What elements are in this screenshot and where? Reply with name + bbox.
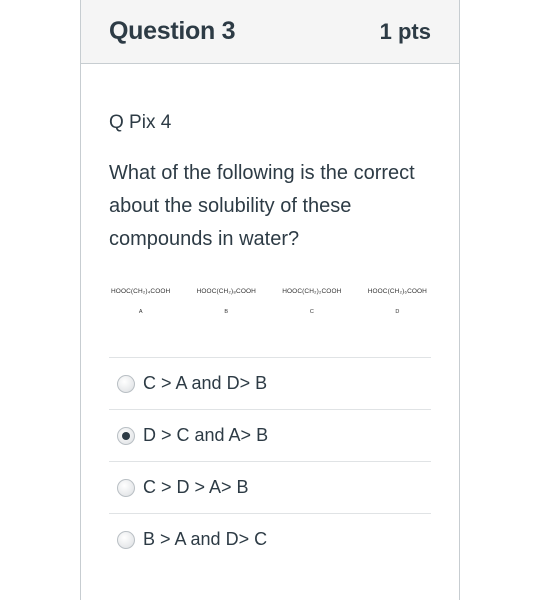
answer-label: B > A and D> C xyxy=(143,529,268,549)
answer-label: C > A and D> B xyxy=(143,373,268,393)
question-body: Q Pix 4 What of the following is the cor… xyxy=(81,109,459,565)
answer-option-4[interactable]: B > A and D> C xyxy=(109,513,431,565)
answer-option-1[interactable]: C > A and D> B xyxy=(109,357,431,409)
radio-button[interactable] xyxy=(117,374,135,393)
compound-d: HOOC(CH₂)₆COOH D xyxy=(368,288,427,315)
radio-button[interactable] xyxy=(117,478,135,497)
compound-formula: HOOC(CH₂)₂COOH xyxy=(282,288,342,295)
compound-formula: HOOC(CH₂)₄COOH xyxy=(111,288,171,295)
answer-label: C > D > A> B xyxy=(143,477,249,497)
compound-formula: HOOC(CH₂)₆COOH xyxy=(367,288,427,295)
answer-list: C > A and D> B D > C and A> B C > D > A>… xyxy=(109,357,431,565)
answer-label: D > C and A> B xyxy=(143,425,269,445)
compound-c: HOOC(CH₂)₂COOH C xyxy=(282,288,341,315)
compound-structures: HOOC(CH₂)₄COOH A HOOC(CH₂)₈COOH B HOOC(C… xyxy=(109,288,431,315)
compound-label: A xyxy=(138,309,143,315)
radio-button[interactable] xyxy=(117,530,135,549)
compound-label: D xyxy=(395,309,400,315)
compound-a: HOOC(CH₂)₄COOH A xyxy=(111,288,170,315)
question-header: Question 3 1 pts xyxy=(81,0,459,64)
answer-option-3[interactable]: C > D > A> B xyxy=(109,461,431,513)
compound-label: B xyxy=(224,309,229,315)
question-title: Question 3 xyxy=(109,17,236,45)
radio-button-selected[interactable] xyxy=(117,426,135,445)
answer-option-2[interactable]: D > C and A> B xyxy=(109,409,431,461)
question-reference: Q Pix 4 xyxy=(109,112,172,133)
compound-b: HOOC(CH₂)₈COOH B xyxy=(197,288,256,315)
question-card: Question 3 1 pts Q Pix 4 What of the fol… xyxy=(80,0,460,600)
question-text: What of the following is the correct abo… xyxy=(109,162,415,250)
compound-label: C xyxy=(309,309,314,315)
compound-formula: HOOC(CH₂)₈COOH xyxy=(196,288,256,295)
question-points: 1 pts xyxy=(379,18,431,44)
